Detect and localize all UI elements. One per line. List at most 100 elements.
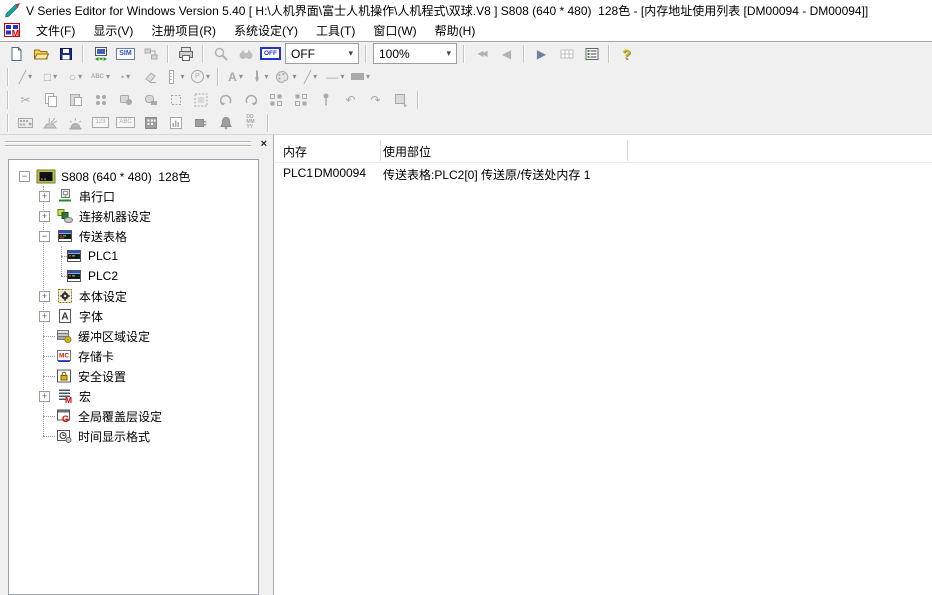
scissors-icon: ✂ bbox=[20, 94, 30, 106]
next-memory-button[interactable]: ▶ bbox=[530, 44, 553, 64]
graph-part-button[interactable] bbox=[164, 113, 187, 133]
expand-toggle[interactable]: + bbox=[39, 311, 50, 322]
toolbar-separator bbox=[417, 91, 419, 109]
jump-memory-button[interactable]: ◀◀ bbox=[470, 44, 493, 64]
tree-item-s808-root[interactable]: − S808 (640 * 480) 128色 bbox=[9, 166, 258, 186]
parts-p-button[interactable]: P▾ bbox=[189, 67, 212, 87]
palette-tool-button[interactable]: ▾ bbox=[274, 67, 297, 87]
pin-position-button[interactable] bbox=[314, 90, 337, 110]
onoff-select[interactable]: OFF ▾ bbox=[285, 43, 359, 64]
tree-item-security[interactable]: 安全设置 bbox=[9, 366, 258, 386]
ruler-tool-button[interactable]: ▾ bbox=[164, 67, 187, 87]
onoff-display-button[interactable]: OFF bbox=[259, 44, 282, 64]
chevron-down-icon: ▾ bbox=[340, 73, 344, 81]
menu-register-item[interactable]: 注册项目(R) bbox=[142, 20, 225, 41]
tree-item-buffer-area[interactable]: 缓冲区域设定 bbox=[9, 326, 258, 346]
menu-view[interactable]: 显示(V) bbox=[84, 20, 142, 41]
rectangle-tool-button[interactable]: □▾ bbox=[39, 67, 62, 87]
tree-item-unit-setting[interactable]: + 本体设定 bbox=[9, 286, 258, 306]
rotate-left-button[interactable] bbox=[214, 90, 237, 110]
tree-item-global-overlap[interactable]: G 全局覆盖层设定 bbox=[9, 406, 258, 426]
tree-item-serial-port[interactable]: + 串行口 bbox=[9, 186, 258, 206]
menu-window[interactable]: 窗口(W) bbox=[364, 20, 425, 41]
group-button[interactable] bbox=[114, 90, 137, 110]
lamp-part-button[interactable] bbox=[39, 113, 62, 133]
tree-item-macro[interactable]: + M 宏 bbox=[9, 386, 258, 406]
help-button[interactable]: ? bbox=[615, 44, 638, 64]
save-button[interactable] bbox=[54, 44, 77, 64]
undo-button[interactable]: ↶ bbox=[339, 90, 362, 110]
rotate-right-button[interactable] bbox=[239, 90, 262, 110]
expand-toggle[interactable]: + bbox=[39, 391, 50, 402]
ellipse-tool-button[interactable]: ○▾ bbox=[64, 67, 87, 87]
tree-item-memory-card[interactable]: MC 存储卡 bbox=[9, 346, 258, 366]
prev-memory-button[interactable]: ◀ bbox=[495, 44, 518, 64]
open-file-button[interactable] bbox=[29, 44, 52, 64]
align-pattern-button[interactable] bbox=[264, 90, 287, 110]
search-memory-button[interactable] bbox=[209, 44, 232, 64]
font-tool-button[interactable]: A▾ bbox=[224, 67, 247, 87]
text-display-button[interactable]: ABC bbox=[114, 113, 137, 133]
alarm-part-button[interactable] bbox=[64, 113, 87, 133]
tree-item-plc2[interactable]: PLC2 bbox=[9, 266, 258, 286]
copy-button[interactable] bbox=[39, 90, 62, 110]
expand-toggle[interactable]: − bbox=[19, 171, 30, 182]
numeric-display-button[interactable]: 123 bbox=[89, 113, 112, 133]
date-format-button[interactable]: DD MM YY bbox=[239, 113, 262, 133]
expand-toggle[interactable]: − bbox=[39, 231, 50, 242]
print-button[interactable] bbox=[174, 44, 197, 64]
line-width-button[interactable]: —▾ bbox=[324, 67, 347, 87]
transfer-button[interactable] bbox=[89, 44, 112, 64]
end-edit-button[interactable] bbox=[389, 90, 412, 110]
close-panel-button[interactable]: × bbox=[261, 137, 267, 151]
menu-help[interactable]: 帮助(H) bbox=[426, 20, 485, 41]
menu-system-setting[interactable]: 系统设定(Y) bbox=[225, 20, 307, 41]
fill-color-button[interactable]: ▾ bbox=[349, 67, 372, 87]
select-area-button[interactable] bbox=[164, 90, 187, 110]
expand-toggle[interactable]: + bbox=[39, 191, 50, 202]
connector-part-button[interactable] bbox=[189, 113, 212, 133]
expand-toggle[interactable]: + bbox=[39, 291, 50, 302]
eraser-tool-button[interactable] bbox=[139, 67, 162, 87]
tree-item-plc1[interactable]: PLC1 bbox=[9, 246, 258, 266]
memory-list-view-button[interactable] bbox=[580, 44, 603, 64]
select-all-button[interactable] bbox=[189, 90, 212, 110]
line-style-button[interactable]: ╱▾ bbox=[299, 67, 322, 87]
line-tool-button[interactable]: ╱▾ bbox=[14, 67, 37, 87]
simulator-button[interactable]: SIM bbox=[114, 44, 137, 64]
grid-view-icon bbox=[559, 46, 575, 62]
tree-item-connected-device[interactable]: + 连接机器设定 bbox=[9, 206, 258, 226]
distribute-pattern-button[interactable] bbox=[289, 90, 312, 110]
paste-button[interactable] bbox=[64, 90, 87, 110]
tree-item-font[interactable]: + A 字体 bbox=[9, 306, 258, 326]
chevron-down-icon: ▾ bbox=[348, 48, 353, 59]
switch-keypad-icon bbox=[17, 115, 34, 131]
group-shape-icon bbox=[118, 92, 134, 108]
tree-item-transfer-table[interactable]: − 传送表格 bbox=[9, 226, 258, 246]
search-next-button[interactable] bbox=[234, 44, 257, 64]
menu-tools[interactable]: 工具(T) bbox=[307, 20, 364, 41]
keypad-display-button[interactable] bbox=[139, 113, 162, 133]
new-file-button[interactable] bbox=[4, 44, 27, 64]
multi-copy-button[interactable] bbox=[89, 90, 112, 110]
zoom-select[interactable]: 100% ▾ bbox=[373, 43, 457, 64]
expand-toggle[interactable]: + bbox=[39, 211, 50, 222]
network-transfer-button[interactable] bbox=[139, 44, 162, 64]
redo-button[interactable]: ↷ bbox=[364, 90, 387, 110]
switch-part-button[interactable] bbox=[14, 113, 37, 133]
menu-file[interactable]: 文件(F) bbox=[27, 20, 84, 41]
ruler-icon bbox=[166, 69, 178, 85]
global-overlap-icon: G bbox=[56, 408, 72, 424]
tree-item-time-format[interactable]: 时间显示格式 bbox=[9, 426, 258, 446]
bell-part-button[interactable] bbox=[214, 113, 237, 133]
cut-button[interactable]: ✂ bbox=[14, 90, 37, 110]
ungroup-button[interactable] bbox=[139, 90, 162, 110]
end-edit-icon bbox=[393, 92, 409, 108]
table-row[interactable]: PLC1 DM00094 传送表格:PLC2[0] 传送原/传送处内存 1 bbox=[274, 163, 932, 183]
transfer-table-icon bbox=[66, 248, 82, 264]
text-tool-button[interactable]: ABC▾ bbox=[89, 67, 112, 87]
panel-grip-handle[interactable] bbox=[5, 141, 251, 149]
dot-tool-button[interactable]: •▾ bbox=[114, 67, 137, 87]
memory-grid-view-button[interactable] bbox=[555, 44, 578, 64]
pen-tool-button[interactable]: ▾ bbox=[249, 67, 272, 87]
